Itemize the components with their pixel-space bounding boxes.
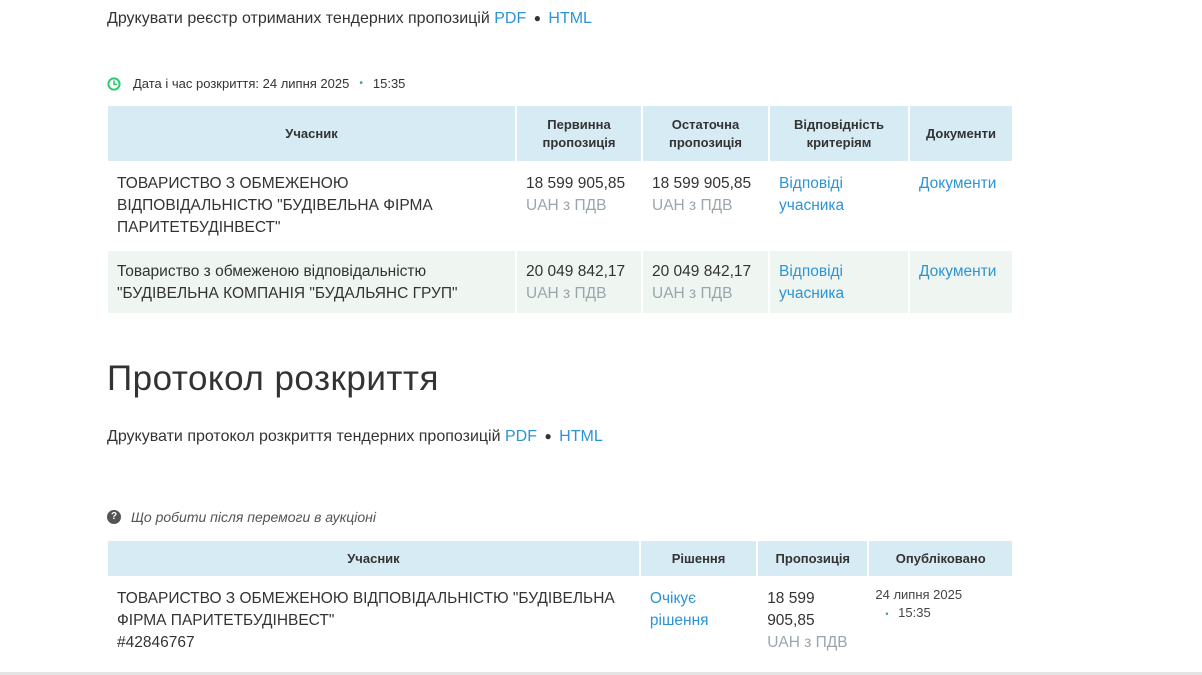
table-row: ТОВАРИСТВО З ОБМЕЖЕНОЮ ВІДПОВІДАЛЬНІСТЮ … xyxy=(108,163,1012,249)
documents-cell: Документи xyxy=(910,251,1012,313)
bids-table: Учасник Первинна пропозиція Остаточна пр… xyxy=(106,104,1014,315)
offer-cell: 18 599 905,85 UAH з ПДВ xyxy=(758,578,867,658)
documents-cell: Документи xyxy=(910,163,1012,249)
documents-link[interactable]: Документи xyxy=(919,263,996,280)
criteria-answers-link[interactable]: Відповіді учасника xyxy=(779,263,844,302)
participant-name: ТОВАРИСТВО З ОБМЕЖЕНОЮ ВІДПОВІДАЛЬНІСТЮ … xyxy=(117,175,433,236)
protocol-print-line: Друкувати протокол розкриття тендерних п… xyxy=(107,428,603,446)
initial-offer-currency: UAH з ПДВ xyxy=(526,285,607,302)
participant-name: Товариство з обмеженою відповідальністю … xyxy=(108,251,515,313)
header-offer: Пропозиція xyxy=(758,541,868,576)
initial-offer: 18 599 905,85 UAH з ПДВ xyxy=(517,163,641,249)
registry-html-link[interactable]: HTML xyxy=(548,10,592,27)
criteria-answers-link[interactable]: Відповіді учасника xyxy=(779,175,844,214)
opening-date-line: Дата і час розкриття: 24 липня 2025 • 15… xyxy=(107,76,405,91)
final-offer-amount: 20 049 842,17 xyxy=(652,263,752,280)
header-final-offer: Остаточна пропозиція xyxy=(643,106,768,161)
dot-separator: • xyxy=(885,609,889,619)
separator: ● xyxy=(544,429,552,443)
final-offer: 20 049 842,17 UAH з ПДВ xyxy=(643,251,768,313)
help-link-text[interactable]: Що робити після перемоги в аукціоні xyxy=(131,509,376,525)
table-header-row: Учасник Рішення Пропозиція Опубліковано xyxy=(108,541,1012,576)
header-initial-offer: Первинна пропозиція xyxy=(517,106,641,161)
header-criteria: Відповідність критеріям xyxy=(770,106,908,161)
registry-print-text: Друкувати реєстр отриманих тендерних про… xyxy=(107,10,490,27)
registry-print-line: Друкувати реєстр отриманих тендерних про… xyxy=(107,10,592,28)
final-offer: 18 599 905,85 UAH з ПДВ xyxy=(643,163,768,249)
header-participant: Учасник xyxy=(108,541,639,576)
published-time-line: • 15:35 xyxy=(875,604,1004,623)
dot-separator: • xyxy=(359,78,363,89)
offer-currency: UAH з ПДВ xyxy=(767,634,848,651)
opening-date-label: Дата і час розкриття: 24 липня 2025 xyxy=(133,76,350,91)
final-offer-amount: 18 599 905,85 xyxy=(652,175,752,192)
table-header-row: Учасник Первинна пропозиція Остаточна пр… xyxy=(108,106,1012,161)
decision-cell: Очікує рішення xyxy=(641,578,756,658)
awards-table: Учасник Рішення Пропозиція Опубліковано … xyxy=(106,539,1014,660)
separator: ● xyxy=(533,11,541,25)
protocol-title: Протокол розкриття xyxy=(107,359,439,398)
published-time: 15:35 xyxy=(898,605,931,620)
final-offer-currency: UAH з ПДВ xyxy=(652,197,733,214)
award-participant-name: ТОВАРИСТВО З ОБМЕЖЕНОЮ ВІДПОВІДАЛЬНІСТЮ … xyxy=(117,590,615,629)
header-documents: Документи xyxy=(910,106,1012,161)
offer-amount: 18 599 905,85 xyxy=(767,590,815,629)
initial-offer-currency: UAH з ПДВ xyxy=(526,197,607,214)
award-participant: ТОВАРИСТВО З ОБМЕЖЕНОЮ ВІДПОВІДАЛЬНІСТЮ … xyxy=(108,578,639,658)
clock-icon xyxy=(107,76,121,91)
header-participant: Учасник xyxy=(108,106,515,161)
header-decision: Рішення xyxy=(640,541,757,576)
protocol-html-link[interactable]: HTML xyxy=(559,428,603,445)
published-date: 24 липня 2025 xyxy=(875,587,963,602)
criteria-cell: Відповіді учасника xyxy=(770,163,908,249)
protocol-pdf-link[interactable]: PDF xyxy=(505,428,537,445)
protocol-print-text: Друкувати протокол розкриття тендерних п… xyxy=(107,428,501,445)
initial-offer-amount: 20 049 842,17 xyxy=(526,263,626,280)
registry-pdf-link[interactable]: PDF xyxy=(494,10,526,27)
final-offer-currency: UAH з ПДВ xyxy=(652,285,733,302)
table-row: Товариство з обмеженою відповідальністю … xyxy=(108,251,1012,313)
help-link[interactable]: ? Що робити після перемоги в аукціоні xyxy=(107,509,376,525)
question-icon: ? xyxy=(107,510,121,524)
decision-link[interactable]: Очікує рішення xyxy=(650,590,709,629)
header-published: Опубліковано xyxy=(869,541,1012,576)
initial-offer-amount: 18 599 905,85 xyxy=(526,175,626,192)
table-row: ТОВАРИСТВО З ОБМЕЖЕНОЮ ВІДПОВІДАЛЬНІСТЮ … xyxy=(108,578,1012,658)
published-cell: 24 липня 2025 • 15:35 xyxy=(869,578,1012,658)
award-participant-code: #42846767 xyxy=(117,634,195,651)
documents-link[interactable]: Документи xyxy=(919,175,996,192)
initial-offer: 20 049 842,17 UAH з ПДВ xyxy=(517,251,641,313)
criteria-cell: Відповіді учасника xyxy=(770,251,908,313)
opening-time: 15:35 xyxy=(372,76,406,91)
